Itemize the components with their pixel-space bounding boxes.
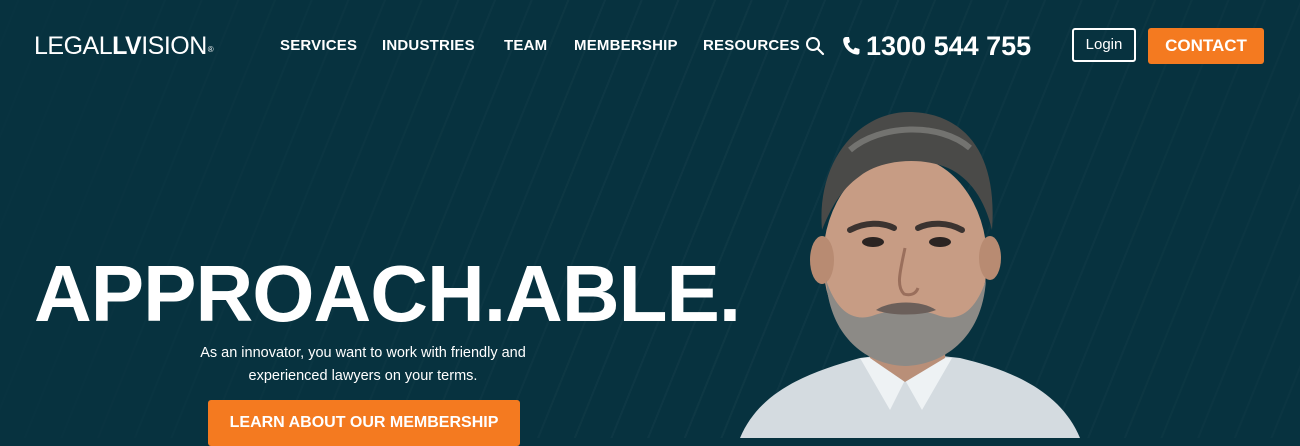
logo-text-ision: ISION bbox=[141, 32, 207, 60]
logo-registered-mark: ® bbox=[207, 45, 214, 54]
hero-portrait-image bbox=[740, 111, 1080, 438]
nav-item-services[interactable]: SERVICES bbox=[280, 36, 357, 56]
nav-item-resources[interactable]: RESOURCES bbox=[703, 36, 800, 56]
hero-headline: APPROACH.ABLE. bbox=[34, 249, 741, 338]
phone-number-link[interactable]: 1300 544 755 bbox=[866, 30, 1031, 62]
legalvision-logo[interactable]: LEGALLVISION® bbox=[34, 31, 214, 61]
nav-item-membership[interactable]: MEMBERSHIP bbox=[574, 36, 678, 56]
nav-item-team[interactable]: TEAM bbox=[504, 36, 547, 56]
search-icon[interactable] bbox=[805, 36, 825, 56]
phone-icon bbox=[843, 37, 860, 55]
contact-button[interactable]: CONTACT bbox=[1148, 28, 1264, 64]
logo-text-lv: LV bbox=[112, 32, 142, 60]
logo-text-legal: LEGAL bbox=[34, 32, 113, 60]
nav-item-industries[interactable]: INDUSTRIES bbox=[382, 36, 475, 56]
login-button[interactable]: Login bbox=[1072, 28, 1136, 62]
learn-membership-button[interactable]: LEARN ABOUT OUR MEMBERSHIP bbox=[208, 400, 520, 446]
hero-subtitle: As an innovator, you want to work with f… bbox=[200, 345, 526, 384]
